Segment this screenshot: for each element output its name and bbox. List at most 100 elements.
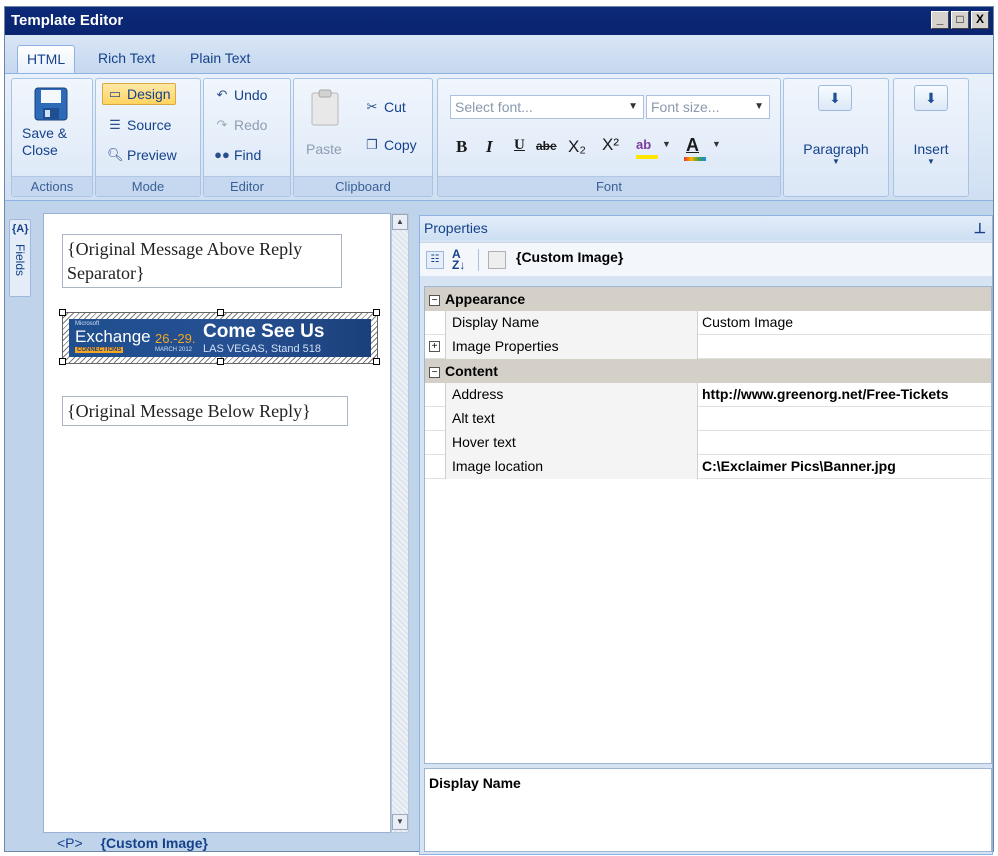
cut-button[interactable]: ✂ Cut — [364, 97, 406, 117]
copy-button[interactable]: ❐ Copy — [364, 135, 417, 155]
redo-button[interactable]: ↷ Redo — [214, 115, 268, 135]
fields-tab[interactable]: {A} Fields — [9, 219, 31, 297]
selected-image-frame[interactable]: Microsoft Exchange 26.-29. CONNECTIONS M… — [59, 309, 380, 365]
font-color-button[interactable]: A ▼ — [684, 135, 724, 161]
chevron-down-icon: ▼ — [628, 101, 638, 112]
custom-image-banner[interactable]: Microsoft Exchange 26.-29. CONNECTIONS M… — [69, 319, 371, 357]
font-select[interactable]: Select font... ▼ — [450, 95, 644, 119]
property-row[interactable]: Image location C:\Exclaimer Pics\Banner.… — [425, 455, 991, 479]
description-title: Display Name — [429, 775, 521, 791]
resize-handle[interactable] — [217, 358, 224, 365]
editor-scrollbar[interactable]: ▲ ▼ — [391, 213, 409, 833]
underline-button[interactable]: U — [514, 137, 525, 154]
collapse-icon[interactable]: − — [429, 366, 440, 378]
resize-handle[interactable] — [59, 309, 66, 316]
paste-button[interactable]: Paste — [302, 89, 352, 169]
resize-handle[interactable] — [373, 309, 380, 316]
chevron-down-icon: ▼ — [712, 139, 721, 149]
resize-handle[interactable] — [373, 358, 380, 365]
property-row[interactable]: + Image Properties — [425, 335, 991, 359]
paste-label: Paste — [306, 141, 342, 157]
actions-group: Save & Close Actions — [11, 78, 93, 197]
chevron-down-icon: ▼ — [927, 157, 935, 166]
resize-handle[interactable] — [59, 358, 66, 365]
strikethrough-button[interactable]: abe — [536, 139, 557, 153]
property-value[interactable] — [697, 407, 991, 431]
categorized-icon[interactable]: ☷ — [426, 251, 444, 269]
window-title: Template Editor — [11, 12, 124, 29]
italic-button[interactable]: I — [486, 137, 493, 157]
property-name: Alt text — [445, 407, 697, 431]
paste-icon — [311, 89, 339, 126]
fields-icon: {A} — [12, 223, 29, 235]
sort-alphabetical-icon[interactable]: A Z↓ — [452, 248, 465, 271]
clipboard-group: Paste ✂ Cut ❐ Copy Clipboard — [293, 78, 433, 197]
status-element[interactable]: {Custom Image} — [101, 835, 208, 851]
mode-group-label: Mode — [96, 176, 200, 196]
pin-icon[interactable]: ⊥ — [974, 216, 986, 240]
copy-label: Copy — [384, 137, 417, 153]
category-appearance[interactable]: − Appearance — [425, 287, 991, 311]
design-label: Design — [127, 86, 171, 102]
selected-object-name: {Custom Image} — [516, 249, 624, 265]
title-bar: Template Editor _ □ X — [5, 7, 993, 35]
preview-button[interactable]: 🔍︎ Preview — [107, 145, 177, 165]
design-canvas[interactable]: {Original Message Above Reply Separator}… — [43, 213, 391, 833]
superscript-button[interactable]: X² — [602, 135, 619, 155]
property-name: Image location — [445, 455, 697, 479]
status-tag[interactable]: <P> — [57, 835, 83, 851]
design-icon: ▭ — [108, 86, 122, 101]
property-row[interactable]: Hover text — [425, 431, 991, 455]
close-button[interactable]: X — [971, 11, 989, 29]
find-button[interactable]: ●● Find — [214, 145, 261, 165]
property-pages-icon[interactable] — [488, 251, 506, 269]
property-name: Display Name — [445, 311, 697, 335]
font-group-label: Font — [438, 176, 780, 196]
minimize-button[interactable]: _ — [931, 11, 949, 29]
font-group: Select font... ▼ Font size... ▼ B I U abe … — [437, 78, 781, 197]
scroll-up-icon[interactable]: ▲ — [392, 214, 408, 230]
property-row[interactable]: Alt text — [425, 407, 991, 431]
preview-label: Preview — [127, 147, 177, 163]
placeholder-above-reply[interactable]: {Original Message Above Reply Separator} — [62, 234, 342, 288]
save-close-button[interactable]: Save & Close — [18, 85, 86, 173]
property-value[interactable] — [697, 431, 991, 455]
placeholder-below-reply[interactable]: {Original Message Below Reply} — [62, 396, 348, 426]
tab-rich-text[interactable]: Rich Text — [89, 45, 164, 73]
expand-icon[interactable]: + — [429, 341, 440, 352]
bold-button[interactable]: B — [456, 137, 467, 157]
property-value[interactable]: C:\Exclaimer Pics\Banner.jpg — [697, 455, 991, 479]
collapse-icon[interactable]: − — [429, 294, 440, 306]
category-content[interactable]: − Content — [425, 359, 991, 383]
font-size-select[interactable]: Font size... ▼ — [646, 95, 770, 119]
property-row[interactable]: Address http://www.greenorg.net/Free-Tic… — [425, 383, 991, 407]
undo-icon: ↶ — [216, 87, 228, 102]
highlighter-icon: ab — [636, 137, 652, 152]
source-button[interactable]: ☰ Source — [107, 115, 171, 135]
tab-plain-text[interactable]: Plain Text — [181, 45, 259, 73]
highlight-color-button[interactable]: ab ▼ — [636, 137, 671, 161]
resize-handle[interactable] — [217, 309, 224, 316]
expand-icon: ⬇ — [818, 85, 852, 111]
property-value[interactable]: http://www.greenorg.net/Free-Tickets — [697, 383, 991, 407]
chevron-down-icon: ▼ — [662, 139, 671, 149]
undo-button[interactable]: ↶ Undo — [214, 85, 268, 105]
font-color-icon: A — [686, 135, 699, 155]
maximize-button[interactable]: □ — [951, 11, 969, 29]
paragraph-button[interactable]: ⬇ Paragraph ▼ — [788, 85, 884, 185]
subscript-button[interactable]: X₂ — [568, 137, 586, 157]
scroll-down-icon[interactable]: ▼ — [392, 814, 408, 830]
tab-html[interactable]: HTML — [17, 45, 76, 73]
property-description: Display Name — [424, 768, 992, 852]
redo-label: Redo — [234, 117, 268, 133]
property-value[interactable]: Custom Image — [697, 311, 991, 335]
insert-button[interactable]: ⬇ Insert ▼ — [898, 85, 964, 185]
undo-label: Undo — [234, 87, 268, 103]
properties-toolbar: ☷ A Z↓ {Custom Image} — [420, 242, 992, 276]
source-icon: ☰ — [109, 117, 121, 132]
highlight-swatch — [636, 155, 658, 159]
chevron-down-icon: ▼ — [754, 101, 764, 112]
property-row[interactable]: Display Name Custom Image — [425, 311, 991, 335]
property-value[interactable] — [697, 335, 991, 359]
design-button[interactable]: ▭ Design — [102, 83, 176, 105]
